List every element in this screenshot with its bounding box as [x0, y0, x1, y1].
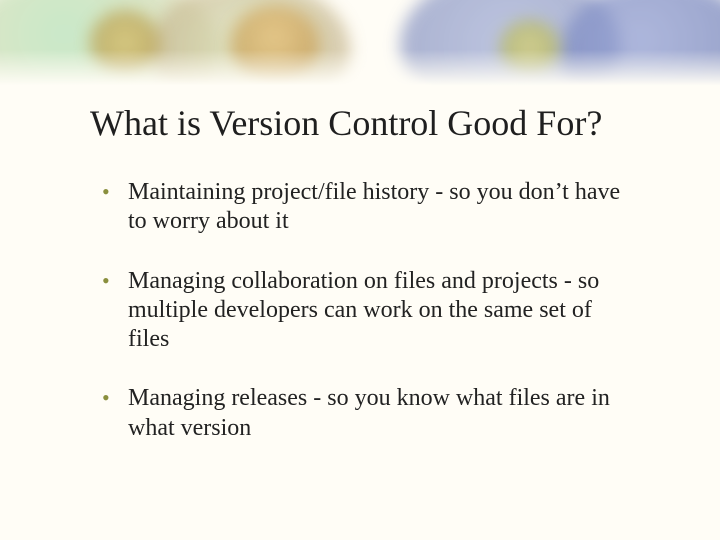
slide-title: What is Version Control Good For?: [90, 104, 650, 144]
bullet-text: Maintaining project/file history - so yo…: [128, 179, 620, 234]
bullet-text: Managing releases - so you know what fil…: [128, 385, 610, 440]
decorative-banner: [0, 0, 720, 90]
slide: What is Version Control Good For? Mainta…: [0, 0, 720, 540]
bullet-list: Maintaining project/file history - so yo…: [98, 178, 638, 443]
bullet-item: Managing collaboration on files and proj…: [98, 267, 638, 355]
bullet-item: Maintaining project/file history - so yo…: [98, 178, 638, 237]
bullet-item: Managing releases - so you know what fil…: [98, 384, 638, 443]
bullet-text: Managing collaboration on files and proj…: [128, 268, 599, 353]
slide-body: Maintaining project/file history - so yo…: [98, 178, 638, 473]
